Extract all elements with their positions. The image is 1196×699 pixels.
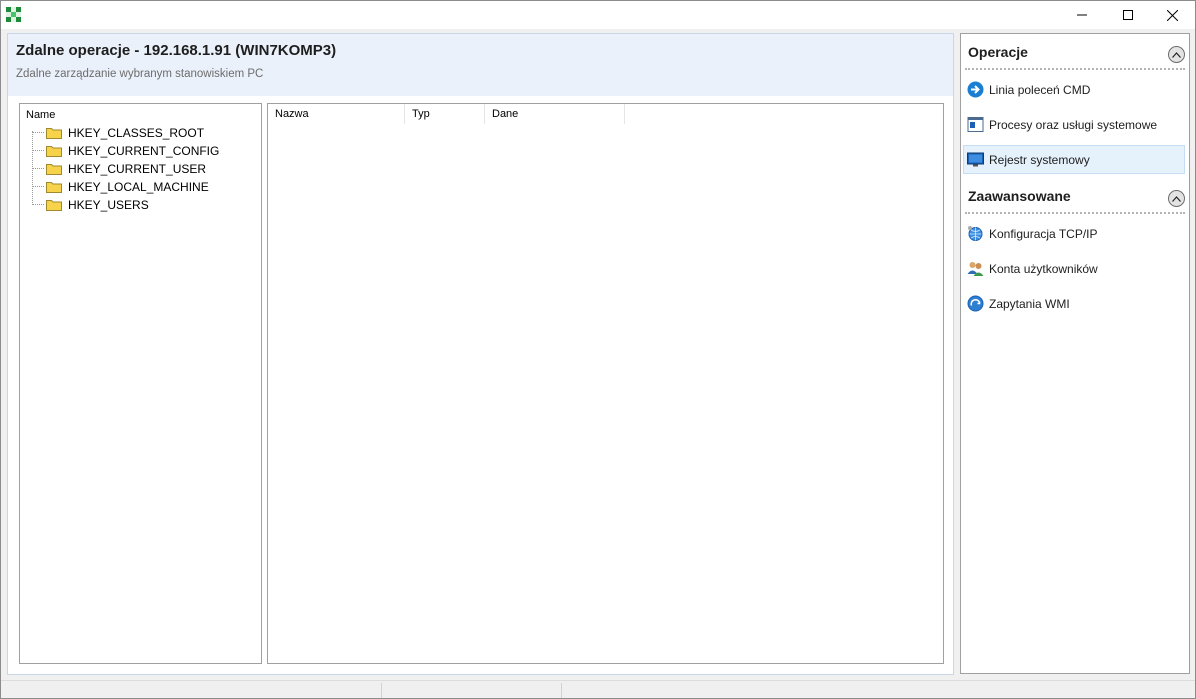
folder-icon — [46, 128, 62, 139]
task-procesy-uslugi[interactable]: Procesy oraz usługi systemowe — [963, 110, 1185, 139]
status-bar — [1, 680, 1195, 698]
task-label: Linia poleceń CMD — [989, 82, 1091, 97]
folder-icon — [46, 164, 62, 175]
section-divider — [965, 212, 1185, 214]
minimize-button[interactable] — [1059, 1, 1105, 29]
maximize-icon — [1123, 10, 1133, 20]
task-zapytania-wmi[interactable]: Zapytania WMI — [963, 289, 1185, 318]
page-title: Zdalne operacje - 192.168.1.91 (WIN7KOMP… — [16, 42, 337, 59]
column-header-dane[interactable]: Dane — [485, 104, 625, 124]
tree-item-label: HKEY_CURRENT_USER — [68, 162, 207, 176]
task-konfiguracja-tcpip[interactable]: Konfiguracja TCP/IP — [963, 219, 1185, 248]
task-linia-polecen-cmd[interactable]: Linia poleceń CMD — [963, 75, 1185, 104]
process-window-icon — [967, 117, 984, 132]
panel-header: Zdalne operacje - 192.168.1.91 (WIN7KOMP… — [8, 34, 953, 96]
column-header-typ[interactable]: Typ — [405, 104, 485, 124]
folder-icon — [46, 182, 62, 193]
collapse-zaawansowane-button[interactable] — [1168, 190, 1185, 207]
tree-item-label: HKEY_LOCAL_MACHINE — [68, 180, 209, 194]
network-globe-icon — [968, 226, 983, 241]
task-label: Procesy oraz usługi systemowe — [989, 117, 1158, 132]
task-konta-uzytkownikow[interactable]: Konta użytkowników — [963, 254, 1185, 283]
tree-item-label: HKEY_CLASSES_ROOT — [68, 126, 205, 140]
minimize-icon — [1077, 10, 1087, 20]
close-button[interactable] — [1149, 1, 1195, 29]
tree-item-hkey-local-machine[interactable]: HKEY_LOCAL_MACHINE — [32, 178, 209, 196]
users-icon — [967, 262, 984, 276]
collapse-operacje-button[interactable] — [1168, 46, 1185, 63]
task-label: Rejestr systemowy — [989, 152, 1090, 167]
wmi-query-icon — [967, 295, 984, 312]
monitor-icon — [967, 152, 984, 167]
tree-item-label: HKEY_USERS — [68, 198, 149, 212]
task-panel: Operacje Linia poleceń CMD Procesy oraz … — [960, 33, 1190, 674]
task-label: Zapytania WMI — [989, 296, 1070, 311]
section-title-operacje: Operacje — [968, 44, 1028, 60]
folder-icon — [46, 146, 62, 157]
tree-item-hkey-classes-root[interactable]: HKEY_CLASSES_ROOT — [32, 124, 204, 142]
tree-item-hkey-users[interactable]: HKEY_USERS — [32, 196, 149, 214]
section-divider — [965, 68, 1185, 70]
task-rejestr-systemowy[interactable]: Rejestr systemowy — [963, 145, 1185, 174]
registry-values-list[interactable]: Nazwa Typ Dane — [267, 103, 944, 664]
column-header-nazwa[interactable]: Nazwa — [268, 104, 405, 124]
status-bar-segment — [381, 683, 382, 698]
task-label: Konfiguracja TCP/IP — [989, 226, 1098, 241]
checkered-green-app-icon — [6, 7, 21, 22]
chevron-up-icon — [1172, 195, 1181, 202]
page-subtitle: Zdalne zarządzanie wybranym stanowiskiem… — [16, 68, 264, 80]
tree-item-label: HKEY_CURRENT_CONFIG — [68, 144, 220, 158]
maximize-button[interactable] — [1105, 1, 1151, 29]
folder-icon — [46, 200, 62, 211]
chevron-up-icon — [1172, 51, 1181, 58]
app-window: Zdalne operacje - 192.168.1.91 (WIN7KOMP… — [0, 0, 1196, 699]
main-panel: Zdalne operacje - 192.168.1.91 (WIN7KOMP… — [7, 33, 954, 675]
task-label: Konta użytkowników — [989, 261, 1098, 276]
tree-item-hkey-current-user[interactable]: HKEY_CURRENT_USER — [32, 160, 206, 178]
registry-tree-view[interactable]: Name HKEY_CLASSES_ROOT HKEY_CURRENT_CONF… — [19, 103, 262, 664]
status-bar-segment — [561, 683, 562, 698]
section-title-zaawansowane: Zaawansowane — [968, 188, 1071, 204]
tree-item-hkey-current-config[interactable]: HKEY_CURRENT_CONFIG — [32, 142, 219, 160]
title-bar[interactable] — [1, 1, 1195, 29]
tree-column-header[interactable]: Name — [26, 109, 55, 121]
arrow-right-icon — [967, 81, 984, 98]
close-icon — [1166, 9, 1178, 21]
